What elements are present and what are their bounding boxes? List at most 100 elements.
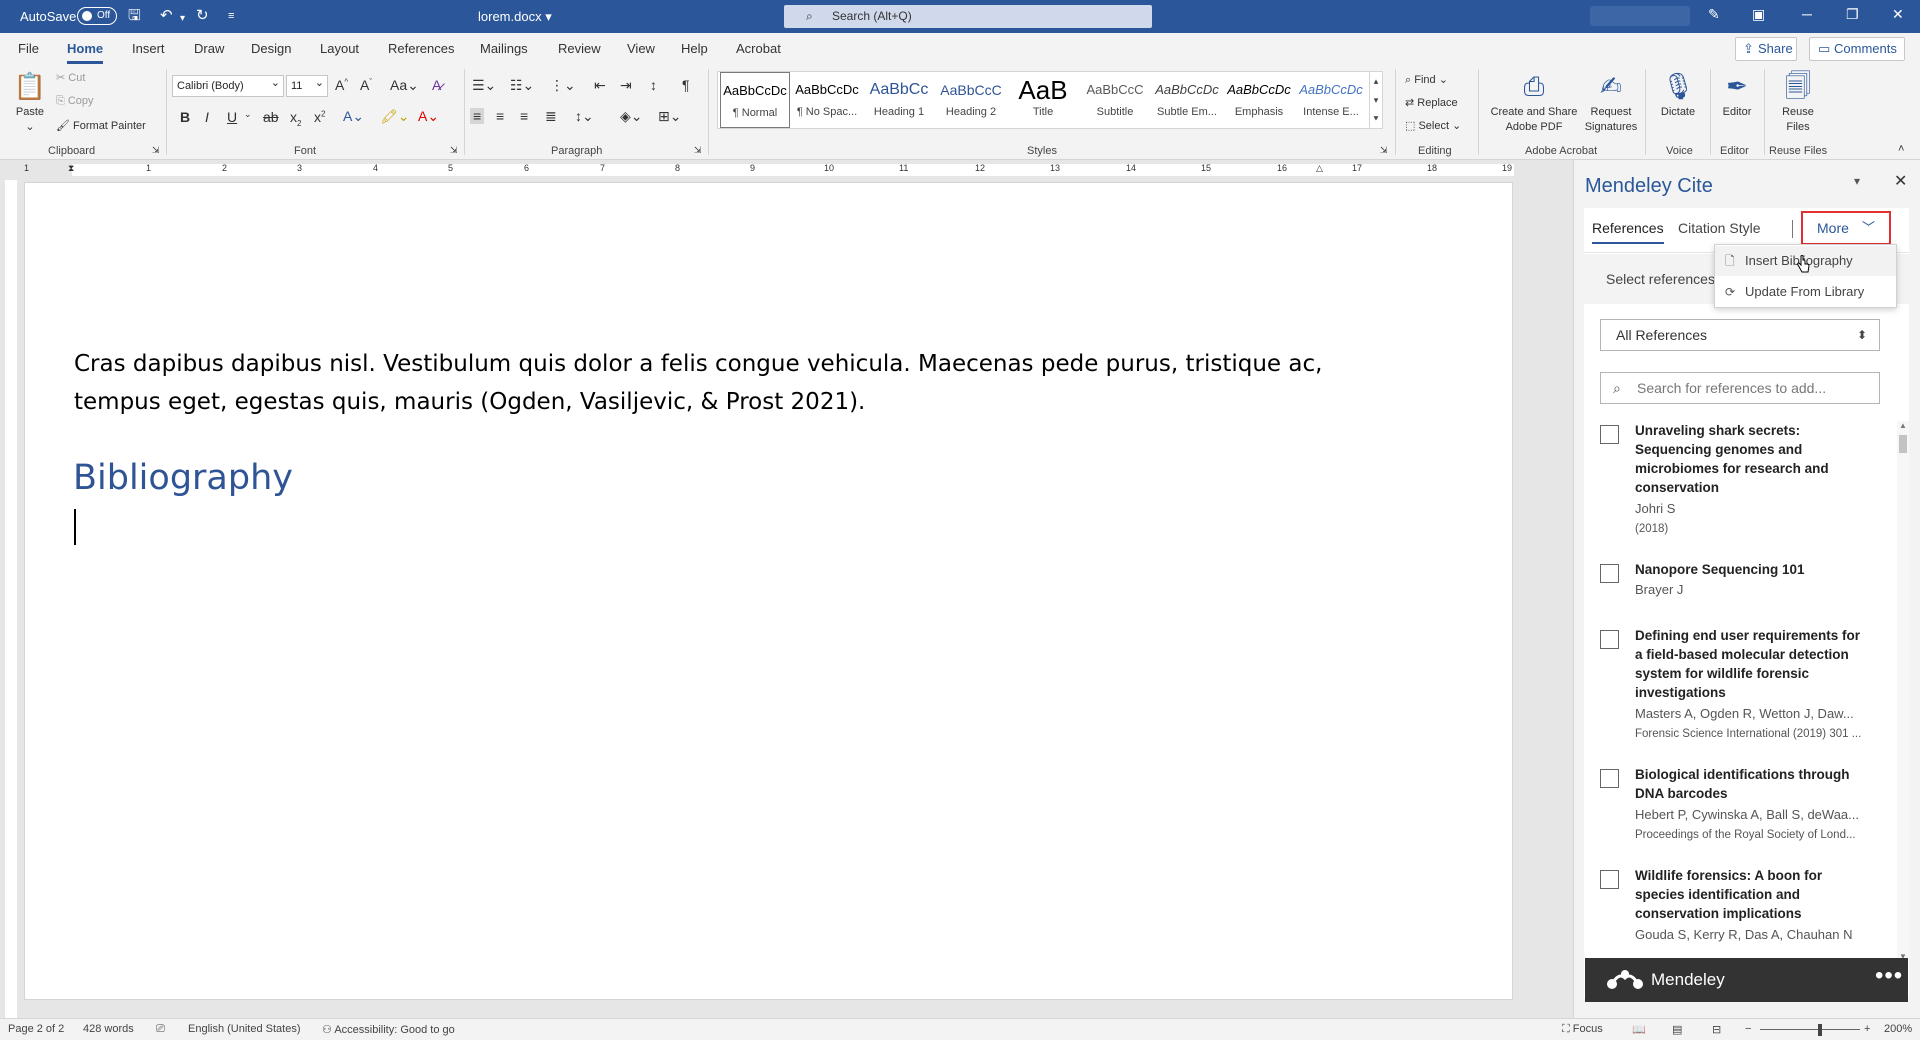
reference-checkbox[interactable] [1600,630,1619,649]
styles-scroll[interactable]: ▴ ▾ ⯆ [1369,71,1383,129]
tab-mailings[interactable]: Mailings [480,41,528,56]
clear-formatting-icon[interactable]: A̷ [432,77,441,93]
font-launcher-icon[interactable]: ⇲ [450,145,458,156]
shrink-font-icon[interactable]: Aˇ [360,77,372,93]
body-paragraph[interactable]: Cras dapibus dapibus nisl. Vestibulum qu… [74,345,1374,421]
style-title[interactable]: AaB Title [1008,72,1078,128]
align-left-icon[interactable]: ≡ [470,108,485,124]
cut-button[interactable]: ✂ Cut [56,71,85,84]
text-effects-icon[interactable]: A⌄ [343,108,364,125]
shading-icon[interactable]: ◈⌄ [620,108,643,125]
style-intense-emphasis[interactable]: AaBbCcDc Intense E... [1296,72,1366,128]
update-from-library-item[interactable]: ⟳ Update From Library [1715,277,1896,307]
superscript-icon[interactable]: x2 [314,109,325,125]
zoom-level[interactable]: 200% [1884,1023,1912,1035]
tab-citation-style[interactable]: Citation Style [1678,220,1760,236]
page-count[interactable]: Page 2 of 2 [8,1023,64,1035]
tab-view[interactable]: View [627,41,655,56]
subscript-icon[interactable]: x2 [290,109,301,128]
zoom-slider-thumb[interactable] [1818,1024,1822,1036]
more-button[interactable]: More ﹀ [1801,211,1891,245]
document-page[interactable]: Cras dapibus dapibus nisl. Vestibulum qu… [24,182,1513,1000]
tab-insert[interactable]: Insert [132,41,165,56]
reference-checkbox[interactable] [1600,870,1619,889]
tab-draw[interactable]: Draw [194,41,224,56]
pane-close-icon[interactable]: ✕ [1894,171,1907,191]
style-heading-2[interactable]: AaBbCcC Heading 2 [936,72,1006,128]
user-account[interactable] [1590,6,1690,26]
reference-checkbox[interactable] [1600,769,1619,788]
line-spacing-icon[interactable]: ↕⌄ [575,108,594,125]
scroll-up-icon[interactable]: ▲ [1899,421,1907,430]
underline-icon[interactable]: U [227,109,237,125]
customize-toolbar-icon[interactable]: ≡ [228,7,234,25]
clipboard-launcher-icon[interactable]: ⇲ [152,145,160,156]
autosave-toggle[interactable]: Off [77,7,117,25]
reference-checkbox[interactable] [1600,425,1619,444]
coauthor-icon[interactable]: ✎ [1708,6,1720,23]
font-size-combo[interactable]: 11 [286,73,328,97]
find-button[interactable]: ⌕ Find ⌄ [1405,73,1448,87]
tab-home[interactable]: Home [67,41,104,64]
comments-button[interactable]: Comments [1809,37,1905,61]
document-title[interactable]: lorem.docx ▾ [478,9,552,25]
align-center-icon[interactable]: ≡ [496,108,504,124]
undo-icon[interactable]: ↶ [160,7,173,25]
tab-file[interactable]: File [18,41,39,56]
reference-checkbox[interactable] [1600,564,1619,583]
numbering-icon[interactable]: ☷⌄ [510,77,534,94]
undo-dropdown-icon[interactable]: ▾ [180,10,185,28]
multilevel-list-icon[interactable]: ⋮⌄ [550,77,576,94]
search-box[interactable]: ⌕ Search (Alt+Q) [784,5,1152,28]
decrease-indent-icon[interactable]: ⇤ [594,77,606,94]
tab-references[interactable]: References [1592,220,1664,244]
styles-launcher-icon[interactable]: ⇲ [1380,145,1388,156]
highlight-icon[interactable]: 🖍⌄ [380,108,410,125]
editor-button[interactable]: ✒ Editor [1714,69,1760,120]
copy-button[interactable]: ⎘ Copy [56,95,94,108]
pane-options-icon[interactable]: ▾ [1854,174,1860,188]
ruler-indent-marker[interactable]: ⧗ [68,163,74,174]
tab-acrobat[interactable]: Acrobat [736,41,781,56]
tab-layout[interactable]: Layout [320,41,359,56]
ribbon-display-icon[interactable]: ▣ [1752,6,1765,23]
justify-icon[interactable]: ≣ [545,108,557,125]
replace-button[interactable]: ⇄ Replace [1405,96,1458,109]
align-right-icon[interactable]: ≡ [520,108,528,124]
font-name-combo[interactable]: Calibri (Body) [172,73,284,97]
restore-icon[interactable]: ❐ [1846,6,1859,23]
style-no-spacing[interactable]: AaBbCcDc ¶ No Spac... [792,72,862,128]
document-scrollbar[interactable] [1528,180,1542,1018]
change-case-icon[interactable]: Aa⌄ [390,77,419,94]
bibliography-heading[interactable]: Bibliography [73,458,293,498]
zoom-out-icon[interactable]: − [1745,1023,1751,1035]
paste-button[interactable]: 📋 Paste ⌄ [10,69,50,135]
underline-dropdown-icon[interactable]: ⌄ [244,109,252,120]
language[interactable]: English (United States) [188,1023,301,1035]
reference-search-input[interactable]: ⌕ Search for references to add... [1600,372,1880,404]
request-signatures-button[interactable]: ✍ Request Signatures [1584,69,1638,135]
word-count[interactable]: 428 words [83,1023,134,1035]
ruler-right-indent-marker[interactable]: △ [1316,163,1323,174]
reference-list-scrollbar[interactable]: ▲ ▼ [1897,421,1909,961]
style-normal[interactable]: AaBbCcDc ¶ Normal [720,72,790,128]
accessibility-status[interactable]: ⚇ Accessibility: Good to go [322,1023,455,1036]
more-options-icon[interactable]: ••• [1875,962,1903,990]
paragraph-launcher-icon[interactable]: ⇲ [694,145,702,156]
select-button[interactable]: ⬚ Select ⌄ [1405,119,1461,132]
bold-icon[interactable]: B [180,109,190,125]
collapse-ribbon-icon[interactable]: ˄ [1898,143,1904,155]
format-painter-button[interactable]: 🖌 Format Painter [56,119,146,132]
print-layout-icon[interactable]: ▤ [1672,1023,1682,1036]
italic-icon[interactable]: I [205,109,209,125]
tab-references[interactable]: References [388,41,454,56]
zoom-slider[interactable] [1760,1029,1860,1030]
dictate-button[interactable]: 🎙 Dictate [1652,69,1704,120]
show-formatting-icon[interactable]: ¶ [682,77,690,93]
tab-help[interactable]: Help [681,41,708,56]
sort-icon[interactable]: ↕ [650,77,657,93]
borders-icon[interactable]: ⊞⌄ [658,108,681,125]
close-window-icon[interactable]: ✕ [1892,6,1904,23]
proofing-icon[interactable]: ⎚ [156,1023,165,1036]
redo-icon[interactable]: ↻ [196,7,209,25]
